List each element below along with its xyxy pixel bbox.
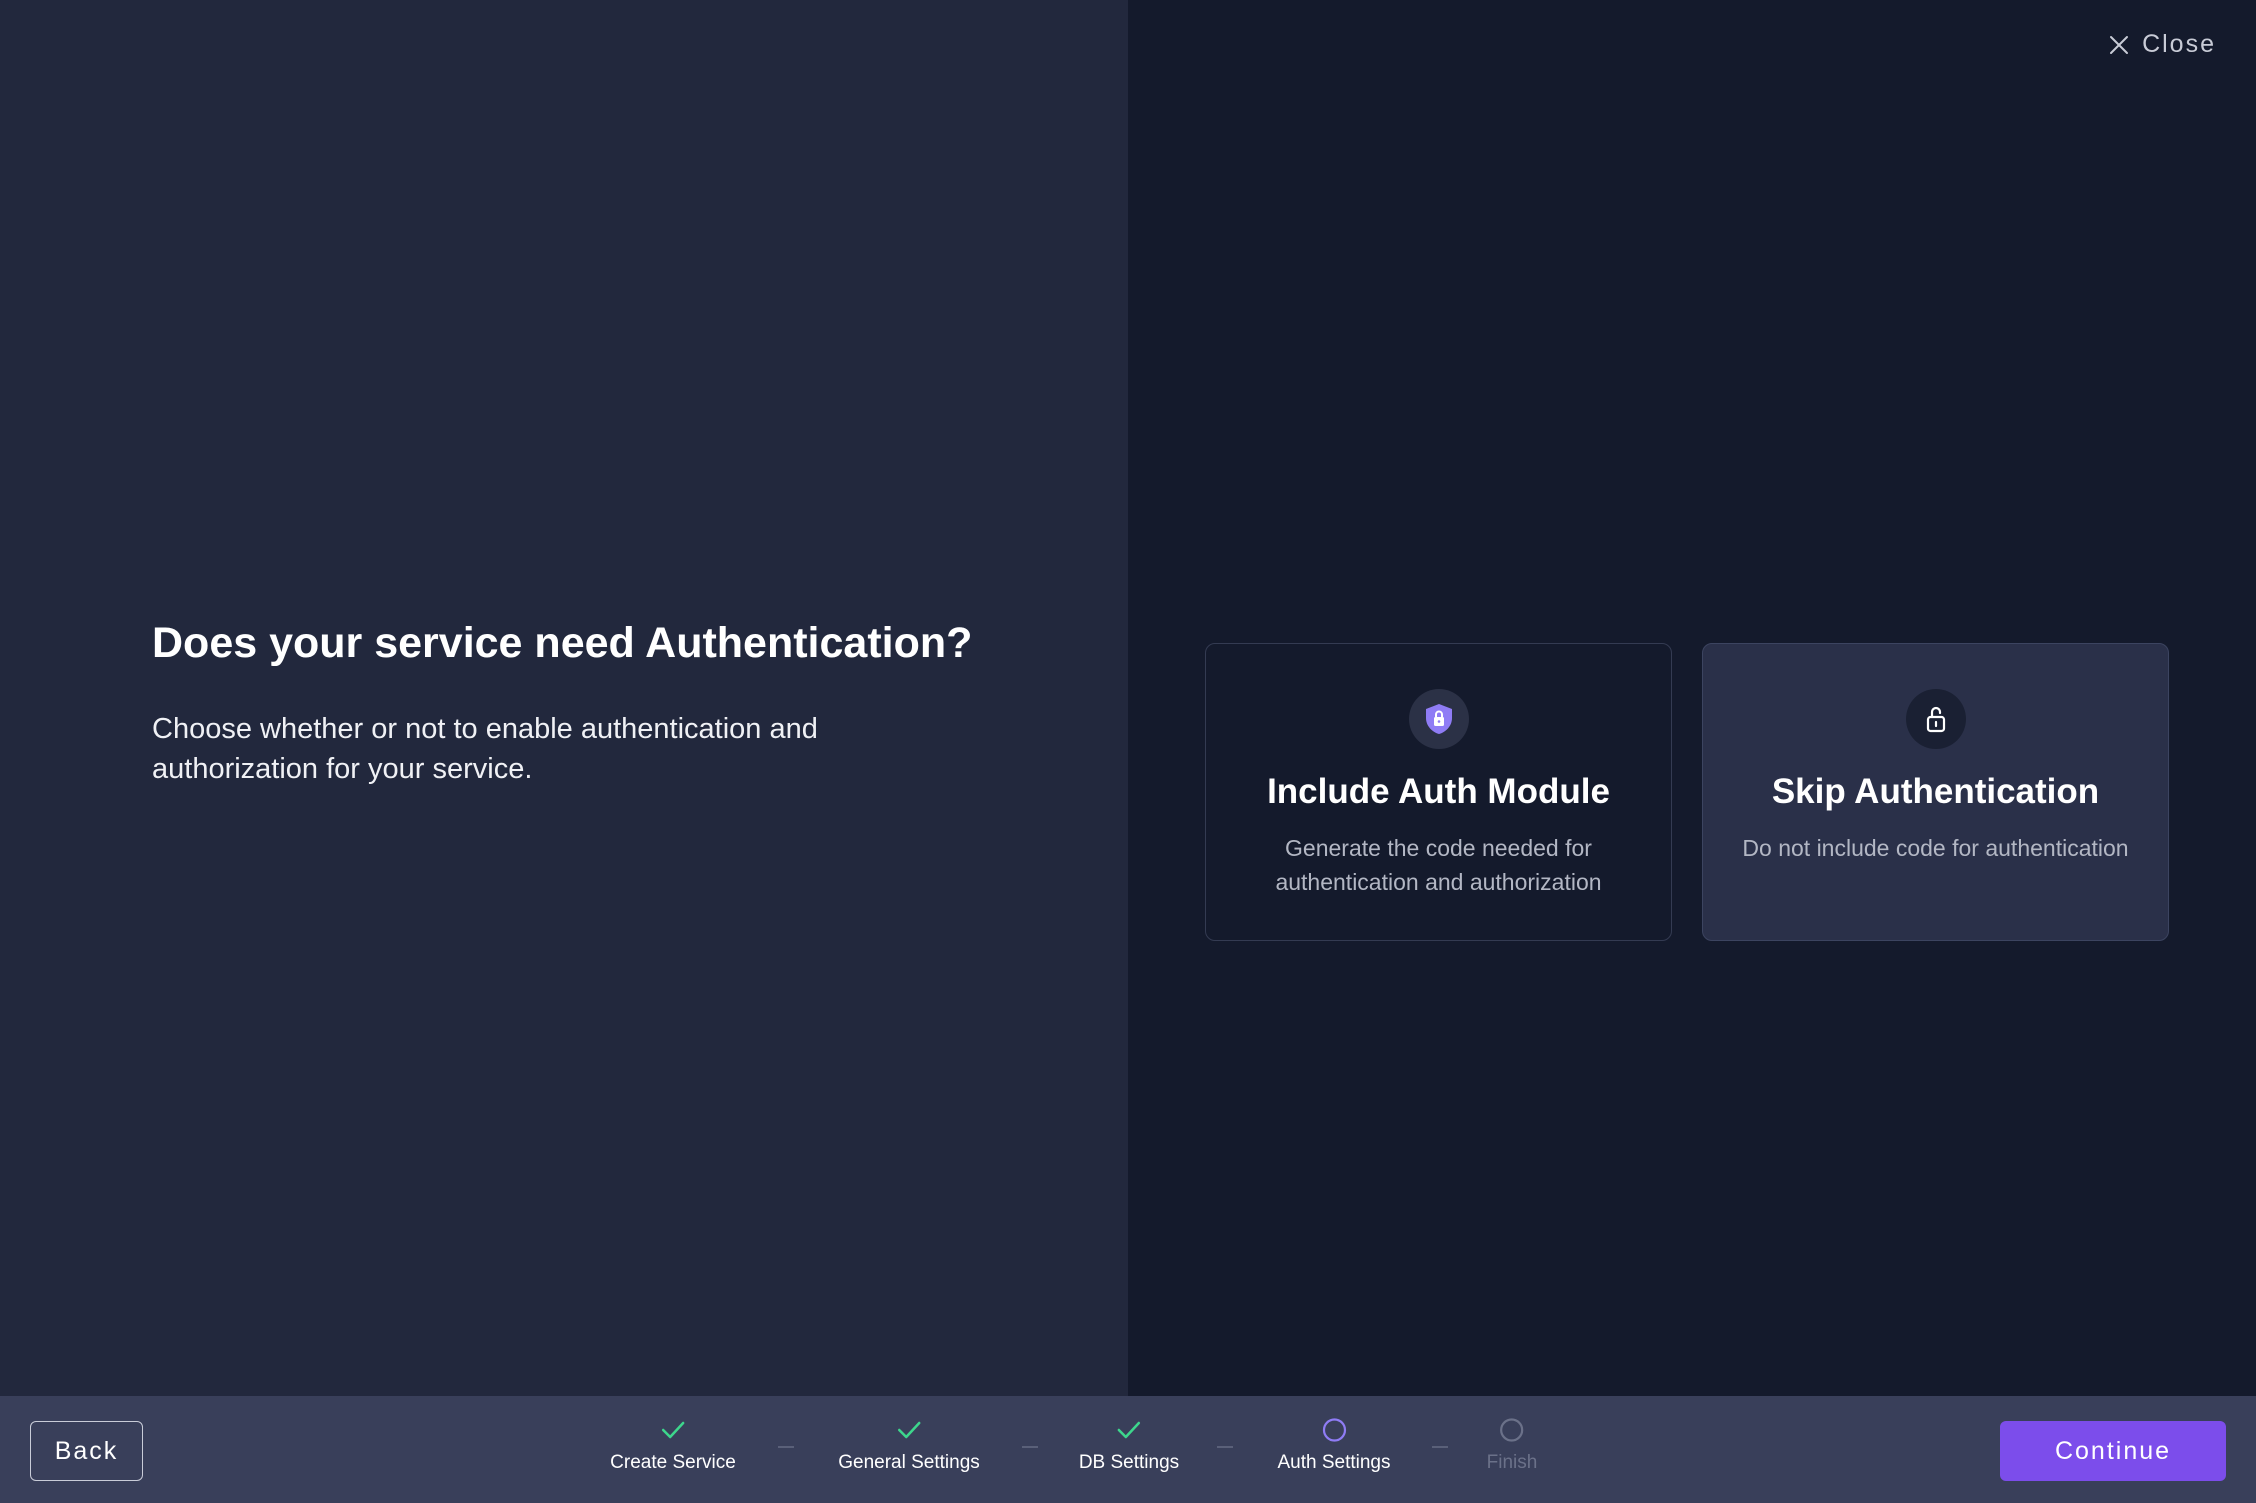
skip-auth-description: Do not include code for authentication [1742, 835, 2129, 861]
progress-stepper: Create Service General Settings DB Setti… [0, 1416, 2256, 1486]
heading-block: Does your service need Authentication? C… [152, 615, 1052, 789]
step-label: DB Settings [1078, 1452, 1180, 1473]
include-auth-card[interactable]: Include Auth Module Generate the code ne… [1205, 643, 1672, 941]
page-title: Does your service need Authentication? [152, 619, 973, 667]
left-panel: Does your service need Authentication? C… [0, 0, 1128, 1396]
step-label: General Settings [838, 1452, 980, 1473]
step-finish: Finish [1486, 1416, 1538, 1474]
current-step-circle-icon [1320, 1416, 1348, 1444]
step-auth-settings: Auth Settings [1277, 1416, 1391, 1474]
step-separator [778, 1446, 794, 1448]
continue-button[interactable]: Continue [2000, 1421, 2226, 1481]
step-label: Auth Settings [1277, 1452, 1391, 1473]
auth-options: Include Auth Module Generate the code ne… [1205, 643, 2169, 941]
page-description: Choose whether or not to enable authenti… [152, 713, 818, 785]
step-create-service: Create Service [610, 1416, 736, 1474]
shield-lock-icon [1408, 689, 1469, 749]
include-auth-title: Include Auth Module [1267, 772, 1610, 811]
skip-auth-title: Skip Authentication [1771, 772, 2100, 811]
step-separator [1022, 1446, 1038, 1448]
unlock-icon [1905, 689, 1966, 749]
close-icon [2110, 35, 2129, 54]
close-button[interactable]: Close [2108, 30, 2216, 59]
step-label: Finish [1486, 1452, 1538, 1473]
check-icon [1115, 1416, 1143, 1444]
check-icon [895, 1416, 923, 1444]
step-separator [1217, 1446, 1233, 1448]
check-icon [659, 1416, 687, 1444]
step-general-settings: General Settings [838, 1416, 980, 1474]
skip-auth-card[interactable]: Skip Authentication Do not include code … [1702, 643, 2169, 941]
include-auth-description: Generate the code needed for authenticat… [1275, 835, 1602, 895]
step-label: Create Service [610, 1452, 736, 1473]
step-separator [1432, 1446, 1448, 1448]
pending-step-circle-icon [1498, 1416, 1526, 1444]
footer-bar: Back Create Service General Settings DB … [0, 1396, 2256, 1503]
step-db-settings: DB Settings [1079, 1416, 1179, 1474]
close-label: Close [2142, 30, 2216, 58]
